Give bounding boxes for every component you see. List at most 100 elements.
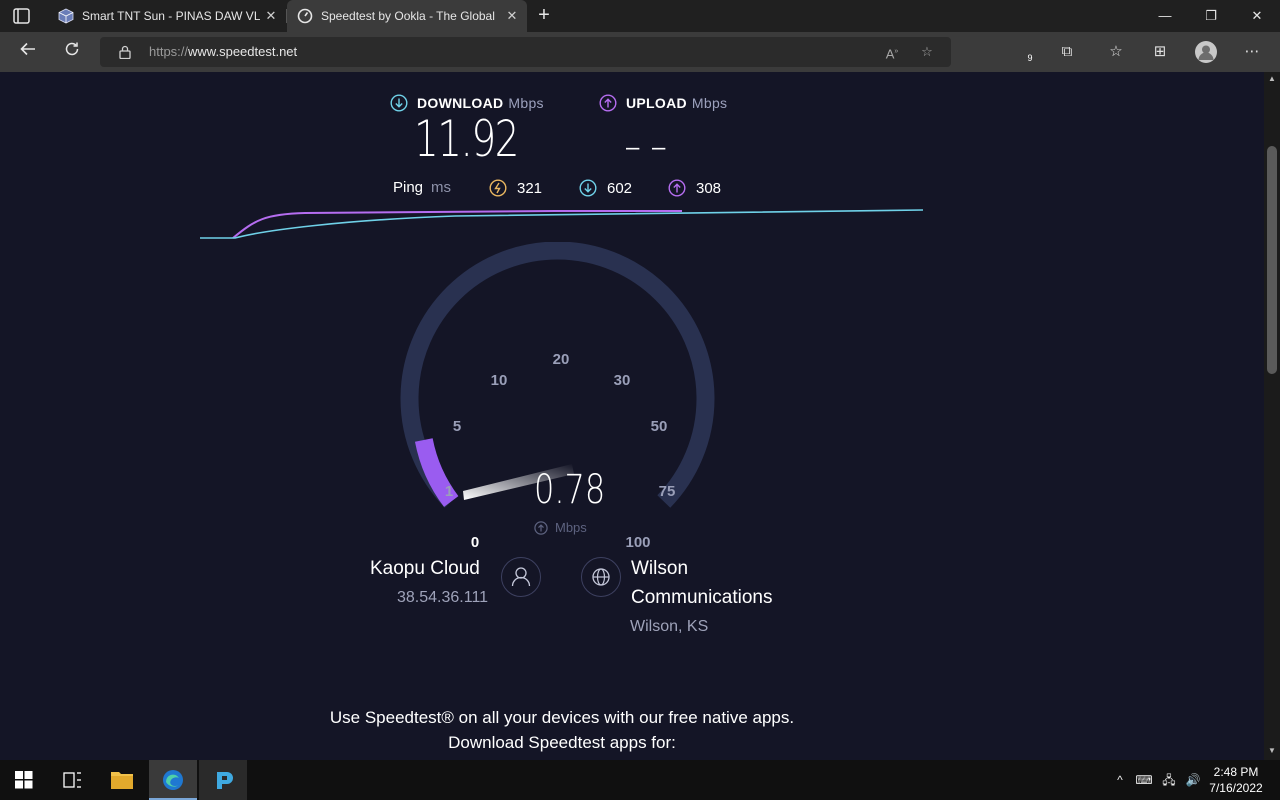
edge-browser-icon	[163, 770, 183, 790]
gauge-tick: 5	[453, 418, 461, 435]
download-history-line	[200, 209, 924, 239]
change-server-button[interactable]	[501, 557, 541, 597]
vpn-cube-icon	[58, 8, 74, 24]
url-text[interactable]: https://www.speedtest.net	[149, 44, 297, 59]
download-value: 11.92	[414, 110, 519, 168]
gauge-unit: Mbps	[534, 520, 587, 535]
upload-unit: Mbps	[691, 95, 728, 111]
gauge-track	[400, 242, 715, 508]
clock-date: 7/16/2022	[1209, 781, 1263, 795]
upload-arrow-icon	[599, 94, 617, 112]
gauge-tick: 10	[491, 372, 508, 389]
gauge-tick: 1	[445, 483, 453, 500]
upload-history-line	[232, 210, 682, 239]
upload-value: – –	[626, 134, 669, 161]
start-button[interactable]	[0, 760, 48, 800]
refresh-icon	[65, 42, 79, 56]
folder-icon	[111, 772, 133, 789]
gauge-tick: 30	[614, 372, 631, 389]
close-window-button[interactable]: ✕	[1234, 0, 1280, 32]
gauge-tick: 100	[625, 534, 650, 551]
gauge-tick: 0	[471, 534, 479, 551]
lock-icon[interactable]	[119, 45, 131, 59]
add-favorite-icon[interactable]: ☆	[918, 43, 936, 61]
input-method-icon[interactable]: ⌨	[1133, 760, 1155, 800]
task-view-button[interactable]	[48, 760, 96, 800]
clock-time: 2:48 PM	[1213, 765, 1259, 779]
back-arrow-icon	[20, 42, 35, 56]
download-arrow-icon	[579, 179, 597, 197]
profile-avatar[interactable]	[1195, 41, 1217, 63]
ping-download-value: 602	[607, 179, 633, 197]
tab-actions-icon[interactable]	[12, 7, 32, 25]
ping-unit: ms	[431, 179, 452, 196]
server-host-name: Kaopu Cloud	[370, 558, 480, 579]
provider-name-line1: Wilson	[631, 558, 689, 579]
refresh-button[interactable]	[58, 38, 86, 66]
ping-label: Ping	[393, 179, 424, 196]
speedtest-icon	[297, 8, 313, 24]
close-tab-icon[interactable]: ✕	[264, 9, 278, 23]
tab-smart-tnt[interactable]: Smart TNT Sun - PINAS DAW VLI ✕	[48, 0, 286, 32]
scroll-down-arrow-icon[interactable]: ▼	[1267, 746, 1277, 756]
back-button[interactable]	[14, 38, 42, 66]
download-arrow-icon	[390, 94, 408, 112]
more-menu-icon[interactable]: ⋯	[1241, 41, 1263, 63]
windows-logo-icon	[15, 771, 33, 789]
url-host: www.speedtest.net	[188, 44, 298, 59]
ping-label-group: Ping ms	[393, 179, 451, 196]
gauge-tick: 75	[659, 483, 676, 500]
promo-line-2: Download Speedtest apps for:	[448, 733, 676, 752]
ping-idle: 321	[489, 179, 542, 197]
user-icon	[511, 567, 531, 587]
gauge-current-speed: 0.78	[534, 467, 606, 513]
read-aloud-icon[interactable]: A»	[883, 43, 901, 61]
tab-title: Speedtest by Ookla - The Global	[321, 9, 495, 23]
provider-name-line2: Communications	[631, 587, 773, 608]
ping-download: 602	[579, 179, 632, 197]
provider-location: Wilson, KS	[630, 618, 709, 635]
task-view-icon	[63, 772, 81, 788]
edge-taskbar-button[interactable]	[149, 760, 197, 800]
close-tab-icon[interactable]: ✕	[505, 9, 519, 23]
scroll-up-arrow-icon[interactable]: ▲	[1267, 74, 1277, 84]
gauge-unit-label: Mbps	[555, 520, 587, 535]
gauge-tick: 20	[553, 351, 570, 368]
download-label: DOWNLOAD	[417, 95, 504, 111]
page-scrollbar[interactable]: ▲ ▼	[1264, 72, 1280, 760]
browser-toolbar: https://www.speedtest.net A» ☆ ABP 9 ⧉ ☆…	[0, 32, 1280, 93]
extensions-icon[interactable]: ⧉	[1056, 41, 1078, 63]
download-unit: Mbps	[508, 95, 544, 111]
scroll-thumb[interactable]	[1267, 146, 1277, 374]
favorites-icon[interactable]: ☆	[1105, 41, 1127, 63]
upload-header: UPLOAD Mbps	[599, 94, 727, 112]
show-hidden-icons[interactable]: ^	[1111, 760, 1129, 800]
collections-icon[interactable]: ⊞	[1149, 41, 1171, 63]
server-ip: 38.54.36.111	[397, 589, 489, 606]
windows-taskbar: ^ ⌨ 🖧 🔊 2:48 PM 7/16/2022	[0, 760, 1280, 800]
promo-line-1: Use Speedtest® on all your devices with …	[329, 708, 795, 727]
volume-icon[interactable]: 🔊	[1182, 760, 1204, 800]
restore-button[interactable]: ❐	[1188, 0, 1234, 32]
system-clock[interactable]: 2:48 PM 7/16/2022	[1203, 764, 1269, 796]
profile-person-icon	[1198, 45, 1214, 60]
address-bar[interactable]: https://www.speedtest.net A» ☆	[100, 37, 951, 67]
gauge-tick: 50	[651, 418, 668, 435]
globe-icon	[592, 568, 610, 586]
upload-arrow-icon	[668, 179, 686, 197]
vpn-app-taskbar-button[interactable]	[199, 760, 247, 800]
tab-speedtest[interactable]: Speedtest by Ookla - The Global ✕	[287, 0, 527, 32]
vpn-app-icon	[217, 772, 233, 789]
minimize-button[interactable]: —	[1142, 0, 1188, 32]
speed-history-graph	[200, 209, 924, 239]
provider-button[interactable]	[581, 557, 621, 597]
url-scheme: https://	[149, 44, 189, 59]
ping-bolt-icon	[489, 179, 507, 197]
upload-arrow-icon	[534, 520, 548, 535]
file-explorer-button[interactable]	[98, 760, 146, 800]
speedtest-page: DOWNLOAD Mbps 11.92 UPLOAD Mbps – – Ping…	[0, 72, 1264, 760]
new-tab-button[interactable]: +	[533, 5, 555, 27]
network-icon[interactable]: 🖧	[1158, 760, 1180, 800]
tab-title: Smart TNT Sun - PINAS DAW VLI	[82, 9, 260, 23]
ping-upload-value: 308	[696, 179, 722, 197]
